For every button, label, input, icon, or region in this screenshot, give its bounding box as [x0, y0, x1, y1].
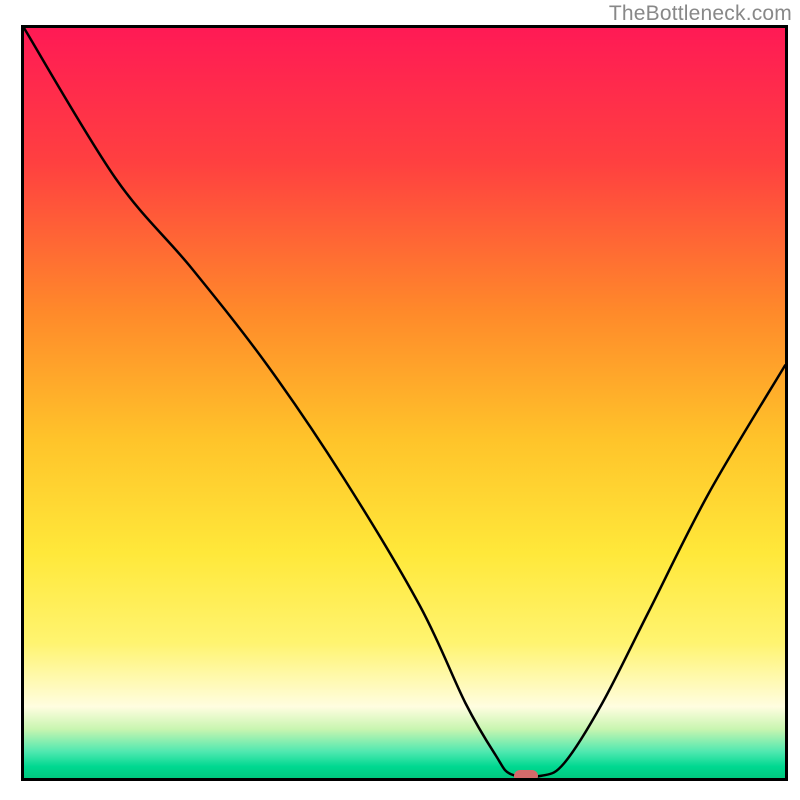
plot-area — [21, 25, 788, 781]
bottleneck-curve — [24, 28, 785, 778]
chart-container: TheBottleneck.com — [0, 0, 800, 800]
optimum-marker — [514, 770, 538, 781]
watermark-text: TheBottleneck.com — [609, 2, 792, 26]
